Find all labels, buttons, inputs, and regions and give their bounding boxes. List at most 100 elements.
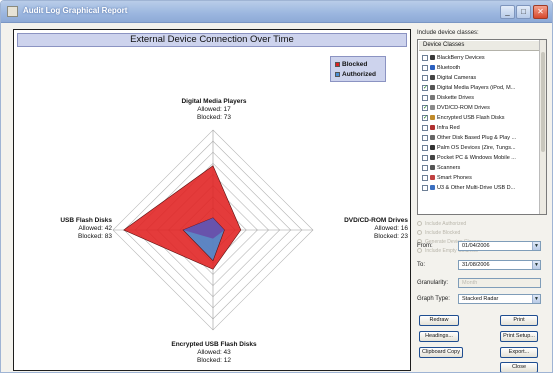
checkbox-icon[interactable] (422, 135, 428, 141)
device-class-label: Digital Cameras (437, 75, 477, 81)
device-class-label: Pocket PC & Windows Mobile ... (437, 155, 516, 161)
radio-icon (417, 230, 422, 236)
axis-name: Encrypted USB Flash Disks (171, 341, 257, 348)
chevron-down-icon[interactable]: ▼ (532, 242, 540, 250)
checkbox-icon[interactable] (422, 175, 428, 181)
device-class-item[interactable]: Scanners (420, 163, 540, 173)
axis-blocked: Blocked: 83 (78, 233, 112, 240)
device-icon (430, 145, 435, 150)
checkbox-icon[interactable] (422, 125, 428, 131)
to-date-field[interactable]: 31/08/2006 ▼ (458, 260, 541, 270)
device-class-item[interactable]: ✓ Digital Media Players (iPod, M... (420, 83, 540, 93)
device-icon (430, 75, 435, 80)
radio-icon (417, 221, 422, 227)
device-class-label: Other Disk Based Plug & Play ... (437, 135, 517, 141)
checkbox-icon[interactable] (422, 95, 428, 101)
device-class-label: Encrypted USB Flash Disks (437, 115, 505, 121)
device-class-label: BlackBerry Devices (437, 55, 485, 61)
device-class-label: Diskette Drives (437, 95, 474, 101)
checkbox-icon[interactable] (422, 185, 428, 191)
series-blocked-area (123, 165, 242, 270)
device-class-item[interactable]: Palm OS Devices (Zire, Tungs... (420, 143, 540, 153)
axis-label-encrypted-usb-flash-disks: Encrypted USB Flash Disks Allowed: 43 Bl… (154, 341, 274, 365)
checkbox-icon[interactable] (422, 55, 428, 61)
granularity-value: Month (462, 280, 478, 286)
device-class-item[interactable]: Diskette Drives (420, 93, 540, 103)
device-class-label: DVD/CD-ROM Drives (437, 105, 490, 111)
device-icon (430, 125, 435, 130)
print-setup-button[interactable]: Print Setup... (500, 331, 538, 342)
axis-label-dvd-cd-rom-drives: DVD/CD-ROM Drives Allowed: 16 Blocked: 2… (316, 217, 408, 241)
close-button[interactable]: Close (500, 362, 538, 372)
device-icon (430, 175, 435, 180)
chart-legend: Blocked Authorized (330, 56, 386, 82)
device-class-items: BlackBerry Devices Bluetooth Digital Camer… (420, 53, 540, 193)
device-class-item[interactable]: Digital Cameras (420, 73, 540, 83)
device-class-label: Palm OS Devices (Zire, Tungs... (437, 145, 516, 151)
device-class-item[interactable]: Other Disk Based Plug & Play ... (420, 133, 540, 143)
device-icon (430, 135, 435, 140)
device-class-label: Scanners (437, 165, 461, 171)
device-class-item[interactable]: Infra Red (420, 123, 540, 133)
checkbox-checked-icon[interactable]: ✓ (422, 105, 428, 111)
axis-allowed: Allowed: 16 (374, 225, 408, 232)
headings-button[interactable]: Headings... (419, 331, 459, 342)
axis-name: Digital Media Players (181, 98, 247, 105)
axis-allowed: Allowed: 43 (197, 349, 231, 356)
device-icon (430, 55, 435, 60)
device-class-item[interactable]: ✓ DVD/CD-ROM Drives (420, 103, 540, 113)
from-date-field[interactable]: 01/04/2006 ▼ (458, 241, 541, 251)
option-label: Include Authorized (425, 221, 467, 227)
device-class-list[interactable]: Device Classes BlackBerry Devices Bluetoo… (417, 39, 547, 215)
redraw-button[interactable]: Redraw (419, 315, 459, 326)
radar-series (123, 165, 242, 270)
granularity-label: Granularity: (417, 280, 449, 286)
device-icon (430, 115, 435, 120)
device-icon (430, 105, 435, 110)
legend-authorized-swatch (335, 71, 340, 77)
app-icon (7, 6, 18, 17)
export-button[interactable]: Export... (500, 347, 538, 358)
checkbox-icon[interactable] (422, 165, 428, 171)
to-date-value: 31/08/2006 (462, 262, 490, 268)
legend-authorized: Authorized (335, 71, 376, 78)
device-class-item[interactable]: Smart Phones (420, 173, 540, 183)
to-label: To: (417, 262, 426, 268)
device-class-label: Infra Red (437, 125, 460, 131)
checkbox-checked-icon[interactable]: ✓ (422, 115, 428, 121)
title-bar[interactable]: Audit Log Graphical Report _ □ ✕ (1, 1, 552, 23)
device-class-item[interactable]: U3 & Other Multi-Drive USB D... (420, 183, 540, 193)
device-classes-header[interactable]: Device Classes (419, 41, 540, 51)
device-class-item[interactable]: ✓ Encrypted USB Flash Disks (420, 113, 540, 123)
axis-allowed: Allowed: 42 (78, 225, 112, 232)
device-icon (430, 95, 435, 100)
checkbox-icon[interactable] (422, 155, 428, 161)
scrollbar-thumb[interactable] (541, 52, 545, 152)
device-class-scrollbar[interactable] (539, 40, 546, 214)
graph-type-select[interactable]: Stacked Radar ▼ (458, 294, 541, 304)
device-class-item[interactable]: Pocket PC & Windows Mobile ... (420, 153, 540, 163)
close-window-button[interactable]: ✕ (533, 5, 548, 19)
device-class-item[interactable]: Bluetooth (420, 63, 540, 73)
chart-panel: External Device Connection Over Time Blo… (13, 29, 411, 371)
graph-type-value: Stacked Radar (462, 296, 499, 302)
device-class-item[interactable]: BlackBerry Devices (420, 53, 540, 63)
checkbox-icon[interactable] (422, 65, 428, 71)
checkbox-checked-icon[interactable]: ✓ (422, 85, 428, 91)
device-icon (430, 185, 435, 190)
from-label: From: (417, 243, 433, 249)
checkbox-icon[interactable] (422, 75, 428, 81)
maximize-button[interactable]: □ (516, 5, 531, 19)
option-include-authorized: Include Authorized (417, 221, 466, 229)
checkbox-icon[interactable] (422, 145, 428, 151)
legend-blocked: Blocked (335, 61, 367, 68)
axis-blocked: Blocked: 73 (197, 114, 231, 121)
chevron-down-icon[interactable]: ▼ (532, 295, 540, 303)
chevron-down-icon[interactable]: ▼ (532, 261, 540, 269)
axis-name: DVD/CD-ROM Drives (344, 217, 408, 224)
clipboard-copy-button[interactable]: Clipboard Copy (419, 347, 463, 358)
legend-authorized-label: Authorized (342, 71, 376, 78)
device-icon (430, 85, 435, 90)
minimize-button[interactable]: _ (500, 5, 515, 19)
print-button[interactable]: Print (500, 315, 538, 326)
